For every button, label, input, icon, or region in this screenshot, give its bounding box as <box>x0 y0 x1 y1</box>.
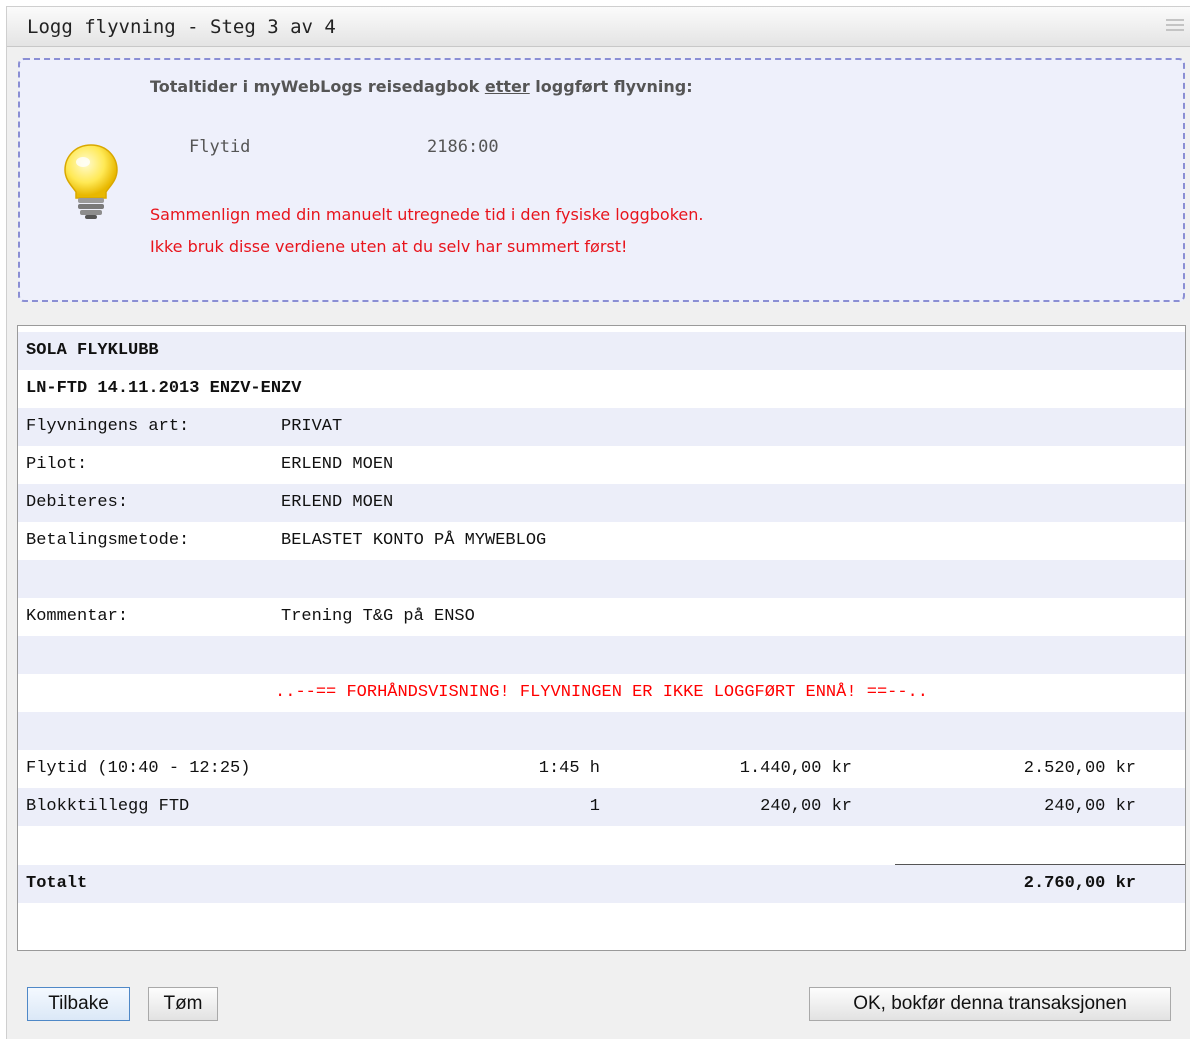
line-quantity: 1:45 h <box>538 759 600 778</box>
receipt-row: Betalingsmetode: BELASTET KONTO PÅ MYWEB… <box>18 522 1185 560</box>
line-description: Flytid (10:40 - 12:25) <box>26 759 251 778</box>
receipt-row: Debiteres: ERLEND MOEN <box>18 484 1185 522</box>
receipt-row-empty <box>18 560 1185 598</box>
total-label: Totalt <box>26 874 88 893</box>
total-flytid-value: 2186:00 <box>427 137 499 157</box>
comment-label: Kommentar: <box>26 607 129 626</box>
line-amount: 2.520,00 kr <box>1023 759 1136 778</box>
field-label: Flyvningens art: <box>26 417 190 436</box>
dialog-title: Logg flyvning - Steg 3 av 4 <box>27 16 336 38</box>
field-label: Betalingsmetode: <box>26 531 190 550</box>
receipt-row-empty <box>18 636 1185 674</box>
receipt-row: Kommentar: Trening T&G på ENSO <box>18 598 1185 636</box>
receipt-row-empty <box>18 712 1185 750</box>
line-quantity: 1 <box>589 797 600 816</box>
line-amount: 240,00 kr <box>1044 797 1136 816</box>
receipt-row: ..--== FORHÅNDSVISNING! FLYVNINGEN ER IK… <box>18 674 1185 712</box>
receipt-preview: SOLA FLYKLUBB LN-FTD 14.11.2013 ENZV-ENZ… <box>17 325 1186 951</box>
lightbulb-icon <box>64 144 118 219</box>
receipt-row-empty <box>18 826 1185 864</box>
field-value: BELASTET KONTO PÅ MYWEBLOG <box>281 531 547 550</box>
field-value: ERLEND MOEN <box>281 493 394 512</box>
line-unit-price: 1.440,00 kr <box>739 759 852 778</box>
total-row: Totalt 2.760,00 kr <box>18 865 1185 903</box>
comment-value: Trening T&G på ENSO <box>281 607 475 626</box>
totals-info-box: Totaltider i myWebLogs reisedagbok etter… <box>18 58 1185 302</box>
total-flytid-label: Flytid <box>189 137 251 157</box>
grip-icon[interactable] <box>1166 19 1184 35</box>
line-item-row: Blokktillegg FTD 1 240,00 kr 240,00 kr <box>18 788 1185 826</box>
line-item-row: Flytid (10:40 - 12:25) 1:45 h 1.440,00 k… <box>18 750 1185 788</box>
field-label: Pilot: <box>26 455 88 474</box>
warning-text-2: Ikke bruk disse verdiene uten at du selv… <box>150 237 628 256</box>
club-name: SOLA FLYKLUBB <box>26 341 159 360</box>
line-unit-price: 240,00 kr <box>760 797 852 816</box>
preview-notice: ..--== FORHÅNDSVISNING! FLYVNINGEN ER IK… <box>275 683 928 702</box>
title-bar[interactable]: Logg flyvning - Steg 3 av 4 <box>7 7 1190 47</box>
flight-header: LN-FTD 14.11.2013 ENZV-ENZV <box>26 379 302 398</box>
receipt-row: SOLA FLYKLUBB <box>18 332 1185 370</box>
receipt-row: Pilot: ERLEND MOEN <box>18 446 1185 484</box>
field-value: ERLEND MOEN <box>281 455 394 474</box>
back-button[interactable]: Tilbake <box>27 987 130 1021</box>
dialog-window: Logg flyvning - Steg 3 av 4 Totaltider i… <box>6 6 1190 1039</box>
confirm-booking-button[interactable]: OK, bokfør denna transaksjonen <box>809 987 1171 1021</box>
field-value: PRIVAT <box>281 417 343 436</box>
receipt-row: Flyvningens art: PRIVAT <box>18 408 1185 446</box>
totals-heading: Totaltider i myWebLogs reisedagbok etter… <box>150 77 693 96</box>
warning-text-1: Sammenlign med din manuelt utregnede tid… <box>150 205 704 224</box>
clear-button[interactable]: Tøm <box>148 987 218 1021</box>
field-label: Debiteres: <box>26 493 129 512</box>
total-amount: 2.760,00 kr <box>1023 874 1136 893</box>
line-description: Blokktillegg FTD <box>26 797 190 816</box>
receipt-row: LN-FTD 14.11.2013 ENZV-ENZV <box>18 370 1185 408</box>
